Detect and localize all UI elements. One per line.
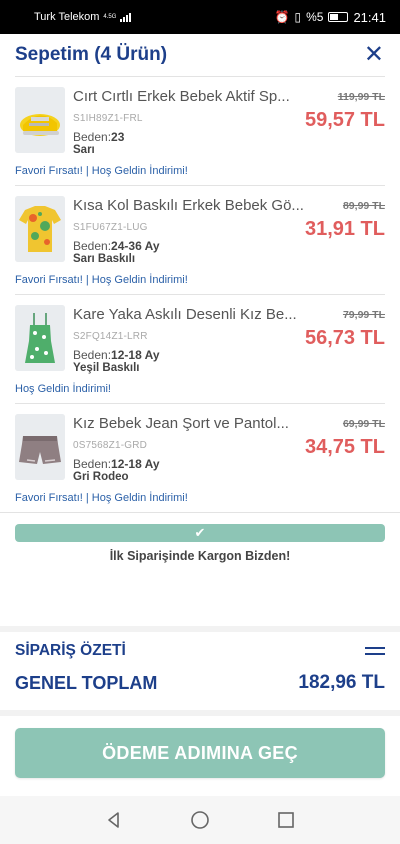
product-image[interactable] bbox=[15, 305, 65, 371]
status-left: Turk Telekom 4.5G bbox=[34, 11, 132, 23]
back-icon[interactable] bbox=[102, 808, 126, 832]
product-sku: 0S7568Z1-GRD bbox=[73, 440, 148, 451]
cart-header: Sepetim (4 Ürün) ✕ bbox=[0, 34, 400, 76]
product-image[interactable] bbox=[15, 87, 65, 153]
product-prices: 119,99 TL 59,57 TL bbox=[300, 87, 385, 156]
close-icon[interactable]: ✕ bbox=[364, 43, 384, 67]
old-price: 119,99 TL bbox=[337, 91, 385, 103]
current-price: 34,75 TL bbox=[304, 436, 385, 458]
old-price: 89,99 TL bbox=[342, 200, 385, 212]
product-name[interactable]: Cırt Cırtlı Erkek Bebek Aktif Sp... bbox=[73, 88, 305, 105]
carrier-name: Turk Telekom bbox=[34, 11, 100, 23]
product-color: Yeşil Baskılı bbox=[73, 362, 140, 374]
status-bar: Turk Telekom 4.5G ⏰ ▯ %5 21:41 bbox=[0, 0, 400, 34]
cart-item-row: Kız Bebek Jean Şort ve Pantol... 0S7568Z… bbox=[15, 414, 385, 483]
product-image[interactable] bbox=[15, 414, 65, 480]
product-color: Gri Rodeo bbox=[73, 471, 129, 483]
product-sku: S2FQ14Z1-LRR bbox=[73, 331, 148, 342]
network-type: 4.5G bbox=[103, 14, 117, 20]
promo-text: Hoş Geldin İndirimi! bbox=[15, 383, 111, 395]
checkout-button[interactable]: ÖDEME ADIMINA GEÇ bbox=[15, 728, 385, 778]
check-icon: ✔ bbox=[194, 525, 206, 540]
current-price: 31,91 TL bbox=[304, 218, 385, 240]
system-nav-bar bbox=[0, 796, 400, 844]
battery-icon bbox=[328, 12, 349, 22]
product-prices: 89,99 TL 31,91 TL bbox=[300, 196, 385, 265]
product-size: Beden:12-18 Ay bbox=[73, 457, 300, 471]
size-label: Beden: bbox=[73, 348, 112, 362]
alarm-icon: ⏰ bbox=[274, 10, 290, 24]
product-size: Beden:23 bbox=[73, 130, 300, 144]
vibrate-icon: ▯ bbox=[294, 10, 302, 24]
cart-item-row: Cırt Cırtlı Erkek Bebek Aktif Sp... S1IH… bbox=[15, 87, 385, 156]
product-sku: S1IH89Z1-FRL bbox=[73, 113, 143, 124]
cart-item[interactable]: Kare Yaka Askılı Desenli Kız Be... S2FQ1… bbox=[15, 294, 385, 403]
cart-item[interactable]: Cırt Cırtlı Erkek Bebek Aktif Sp... S1IH… bbox=[15, 76, 385, 185]
product-prices: 69,99 TL 34,75 TL bbox=[300, 414, 385, 483]
size-value: 24-36 Ay bbox=[111, 239, 160, 253]
signal-icon bbox=[120, 12, 132, 22]
size-label: Beden: bbox=[73, 239, 112, 253]
current-price: 56,73 TL bbox=[304, 327, 385, 349]
size-label: Beden: bbox=[73, 457, 112, 471]
old-price: 79,99 TL bbox=[342, 309, 385, 321]
product-info: Cırt Cırtlı Erkek Bebek Aktif Sp... S1IH… bbox=[65, 87, 300, 156]
product-image[interactable] bbox=[15, 196, 65, 262]
cart-item-row: Kare Yaka Askılı Desenli Kız Be... S2FQ1… bbox=[15, 305, 385, 374]
total-label: GENEL TOPLAM bbox=[15, 672, 158, 693]
product-sku: S1FU67Z1-LUG bbox=[73, 222, 148, 233]
total-row: GENEL TOPLAM 182,96 TL bbox=[15, 672, 385, 694]
product-name[interactable]: Kısa Kol Baskılı Erkek Bebek Gö... bbox=[73, 197, 305, 214]
product-name[interactable]: Kız Bebek Jean Şort ve Pantol... bbox=[73, 415, 305, 432]
page-title: Sepetim (4 Ürün) bbox=[15, 44, 168, 65]
product-prices: 79,99 TL 56,73 TL bbox=[300, 305, 385, 374]
summary-title: SİPARİŞ ÖZETİ bbox=[15, 642, 126, 659]
product-color: Sarı Baskılı bbox=[73, 253, 136, 265]
product-size: Beden:24-36 Ay bbox=[73, 239, 300, 253]
size-value: 12-18 Ay bbox=[111, 348, 160, 362]
recents-icon[interactable] bbox=[274, 808, 298, 832]
cart-item[interactable]: Kısa Kol Baskılı Erkek Bebek Gö... S1FU6… bbox=[15, 185, 385, 294]
clock: 21:41 bbox=[353, 9, 386, 25]
home-icon[interactable] bbox=[188, 808, 212, 832]
order-summary: SİPARİŞ ÖZETİ GENEL TOPLAM 182,96 TL bbox=[0, 626, 400, 710]
shipping-progress-bar: ✔ bbox=[15, 524, 385, 542]
current-price: 59,57 TL bbox=[304, 109, 385, 131]
expand-summary-icon[interactable] bbox=[365, 647, 385, 655]
old-price: 69,99 TL bbox=[342, 418, 385, 430]
product-size: Beden:12-18 Ay bbox=[73, 348, 300, 362]
size-value: 23 bbox=[111, 130, 125, 144]
promo-text: Favori Fırsatı! | Hoş Geldin İndirimi! bbox=[15, 492, 188, 504]
cart-item-row: Kısa Kol Baskılı Erkek Bebek Gö... S1FU6… bbox=[15, 196, 385, 265]
free-shipping-section: ✔ İlk Siparişinde Kargon Bizden! bbox=[0, 512, 400, 563]
checkout-area: ÖDEME ADIMINA GEÇ bbox=[0, 710, 400, 796]
cart-items: Cırt Cırtlı Erkek Bebek Aktif Sp... S1IH… bbox=[0, 76, 400, 512]
summary-header: SİPARİŞ ÖZETİ bbox=[15, 642, 385, 660]
promo-text: Favori Fırsatı! | Hoş Geldin İndirimi! bbox=[15, 165, 188, 177]
product-info: Kız Bebek Jean Şort ve Pantol... 0S7568Z… bbox=[65, 414, 300, 483]
product-name[interactable]: Kare Yaka Askılı Desenli Kız Be... bbox=[73, 306, 305, 323]
size-label: Beden: bbox=[73, 130, 112, 144]
product-info: Kısa Kol Baskılı Erkek Bebek Gö... S1FU6… bbox=[65, 196, 304, 265]
promo-text: Favori Fırsatı! | Hoş Geldin İndirimi! bbox=[15, 274, 188, 286]
status-right: ⏰ ▯ %5 21:41 bbox=[275, 10, 386, 25]
total-value: 182,96 TL bbox=[298, 672, 385, 693]
size-value: 12-18 Ay bbox=[111, 457, 160, 471]
cart-item[interactable]: Kız Bebek Jean Şort ve Pantol... 0S7568Z… bbox=[15, 403, 385, 512]
shipping-message: İlk Siparişinde Kargon Bizden! bbox=[109, 549, 291, 563]
product-color: Sarı bbox=[73, 144, 95, 156]
product-info: Kare Yaka Askılı Desenli Kız Be... S2FQ1… bbox=[65, 305, 300, 374]
battery-percent: %5 bbox=[306, 10, 324, 24]
